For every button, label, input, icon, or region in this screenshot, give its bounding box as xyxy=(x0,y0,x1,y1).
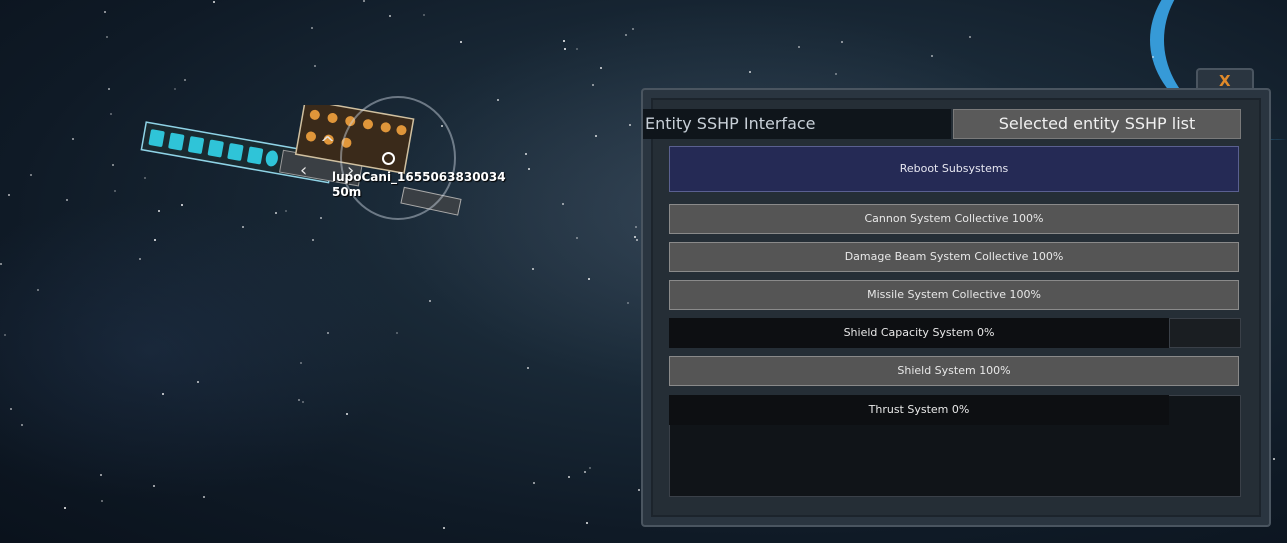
target-reticle xyxy=(340,96,456,220)
star xyxy=(564,48,566,50)
star xyxy=(298,399,300,401)
star xyxy=(576,48,578,50)
star xyxy=(627,302,629,304)
star xyxy=(30,174,32,176)
star xyxy=(600,67,602,69)
star xyxy=(589,467,591,469)
star xyxy=(327,332,329,334)
star xyxy=(8,194,10,196)
ship-name: lupoCani_1655063830034 xyxy=(332,170,506,184)
star xyxy=(174,88,176,90)
system-cannon[interactable]: Cannon System Collective 100% xyxy=(669,204,1239,234)
chevron-up-icon: ^ xyxy=(320,133,336,154)
star xyxy=(638,489,640,491)
star xyxy=(203,496,205,498)
system-shield[interactable]: Shield System 100% xyxy=(669,356,1239,386)
system-shield-capacity-bar xyxy=(1169,318,1241,348)
star xyxy=(588,278,590,280)
star xyxy=(37,289,39,291)
star xyxy=(568,476,570,478)
star xyxy=(625,34,627,36)
star xyxy=(0,263,2,265)
star xyxy=(460,41,462,43)
star xyxy=(497,99,499,101)
star xyxy=(592,84,594,86)
star xyxy=(184,79,186,81)
star xyxy=(528,168,530,170)
system-missile[interactable]: Missile System Collective 100% xyxy=(669,280,1239,310)
star xyxy=(64,507,66,509)
chevron-left-icon: ‹ xyxy=(300,160,308,181)
star xyxy=(101,500,103,502)
star xyxy=(835,73,837,75)
star xyxy=(595,135,597,137)
star xyxy=(139,258,141,260)
star xyxy=(4,334,6,336)
star xyxy=(302,401,304,403)
star xyxy=(197,381,199,383)
star xyxy=(108,88,110,90)
star xyxy=(346,413,348,415)
star xyxy=(154,239,156,241)
star xyxy=(931,55,933,57)
star xyxy=(841,41,843,43)
star xyxy=(314,65,316,67)
reboot-subsystems-button[interactable]: Reboot Subsystems xyxy=(669,146,1239,192)
star xyxy=(66,199,68,201)
tab-selected-entity-sshp-list[interactable]: Selected entity SSHP list xyxy=(953,109,1241,139)
star xyxy=(389,15,391,17)
star xyxy=(312,239,314,241)
star xyxy=(1273,458,1275,460)
star xyxy=(429,300,431,302)
star xyxy=(100,474,102,476)
star xyxy=(969,36,971,38)
star xyxy=(162,393,164,395)
target-marker-icon xyxy=(382,152,395,165)
star xyxy=(114,190,116,192)
star xyxy=(576,237,578,239)
star xyxy=(562,203,564,205)
close-button[interactable]: X xyxy=(1219,72,1231,90)
star xyxy=(586,522,588,524)
star xyxy=(72,138,74,140)
star xyxy=(106,36,108,38)
star xyxy=(635,226,637,228)
star xyxy=(311,27,313,29)
star xyxy=(629,124,631,126)
tab-entity-sshp-interface[interactable]: Entity SSHP Interface xyxy=(643,109,951,139)
star xyxy=(563,40,565,42)
system-thrust[interactable]: Thrust System 0% xyxy=(669,395,1169,425)
star xyxy=(533,482,535,484)
star xyxy=(10,408,12,410)
star xyxy=(632,28,634,30)
star xyxy=(423,14,425,16)
system-damage-beam[interactable]: Damage Beam System Collective 100% xyxy=(669,242,1239,272)
star xyxy=(110,113,112,115)
star xyxy=(112,164,114,166)
star xyxy=(1152,56,1154,58)
ship-distance: 50m xyxy=(332,185,362,199)
star xyxy=(21,424,23,426)
ship-label: lupoCani_1655063830034 50m xyxy=(332,170,506,200)
star xyxy=(396,332,398,334)
star xyxy=(532,268,534,270)
star xyxy=(104,11,106,13)
star xyxy=(634,236,636,238)
star xyxy=(153,485,155,487)
star xyxy=(527,367,529,369)
star xyxy=(749,71,751,73)
nebula xyxy=(0,200,400,500)
star xyxy=(798,46,800,48)
star xyxy=(242,226,244,228)
system-shield-capacity[interactable]: Shield Capacity System 0% xyxy=(669,318,1169,348)
star xyxy=(363,0,365,2)
star xyxy=(525,153,527,155)
star xyxy=(300,362,302,364)
star xyxy=(213,1,215,3)
star xyxy=(584,471,586,473)
star xyxy=(443,527,445,529)
star xyxy=(636,239,638,241)
